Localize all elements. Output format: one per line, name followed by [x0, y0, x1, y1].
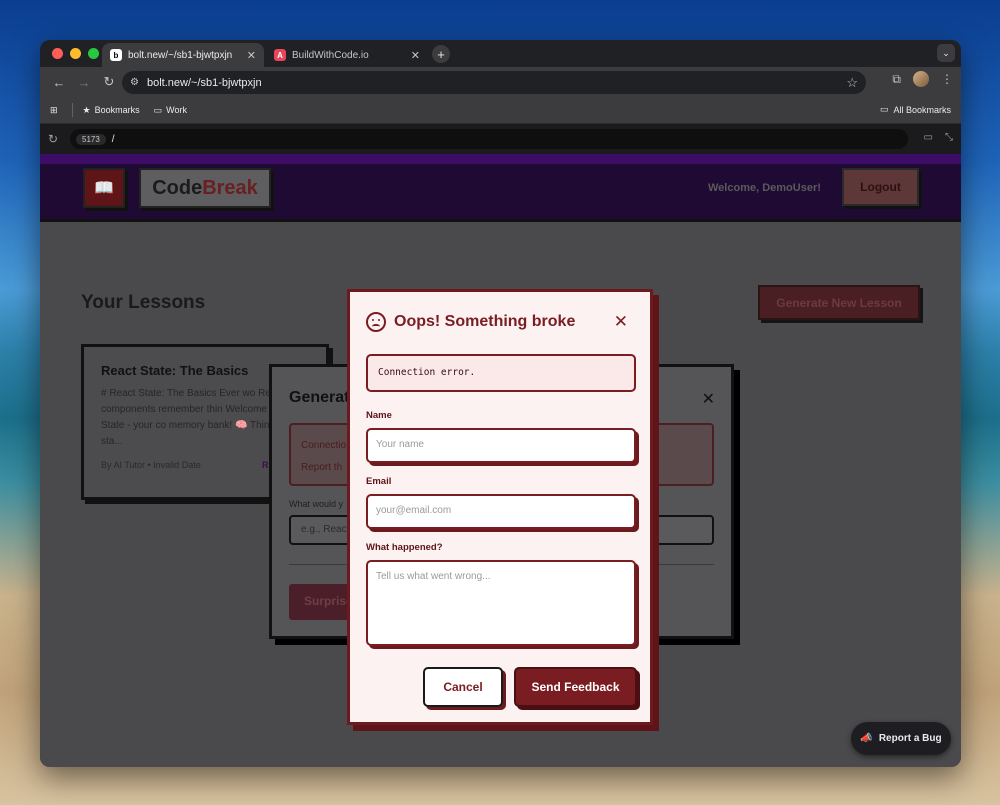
- close-tab-icon[interactable]: ✕: [411, 49, 420, 62]
- all-bookmarks-label: All Bookmarks: [893, 104, 951, 115]
- what-happened-textarea[interactable]: Tell us what went wrong...: [366, 560, 636, 646]
- tab-bolt[interactable]: b bolt.new/~/sb1-bjwtpxjn ✕: [102, 43, 264, 67]
- address-bar[interactable]: ⚙ bolt.new/~/sb1-bjwtpxjn ☆: [122, 71, 866, 94]
- book-logo-icon[interactable]: 📖: [83, 168, 125, 208]
- welcome-text: Welcome, DemoUser!: [708, 182, 821, 194]
- buildwithcode-favicon-icon: A: [274, 49, 286, 61]
- tab-buildwithcode[interactable]: A BuildWithCode.io ✕: [266, 43, 428, 67]
- bookmarks-separator: [71, 103, 73, 117]
- feedback-header: Oops! Something broke: [366, 312, 575, 332]
- sad-face-icon: [366, 312, 386, 332]
- generate-modal-title: Generat: [289, 389, 350, 406]
- browser-menu-icon[interactable]: ⋮: [941, 72, 953, 86]
- browser-toolbar: ← → ↻ ⚙ bolt.new/~/sb1-bjwtpxjn ☆ ⧉ ⋮: [40, 67, 961, 97]
- all-bookmarks[interactable]: ▭ All Bookmarks: [880, 104, 951, 115]
- browser-window: b bolt.new/~/sb1-bjwtpxjn ✕ A BuildWithC…: [40, 40, 961, 767]
- close-tab-icon[interactable]: ✕: [247, 49, 256, 62]
- brand-part2: Break: [202, 176, 258, 199]
- minimize-window-button[interactable]: [70, 48, 81, 59]
- tab-label: bolt.new/~/sb1-bjwtpxjn: [128, 49, 233, 61]
- port-badge[interactable]: 5173: [76, 133, 106, 145]
- preview-icons: ▭ ⤡: [924, 132, 953, 143]
- what-happened-label: What happened?: [366, 542, 443, 553]
- bolt-favicon-icon: b: [110, 49, 122, 61]
- star-icon: ★: [82, 104, 91, 115]
- logout-button[interactable]: Logout: [842, 168, 919, 206]
- close-icon[interactable]: ✕: [614, 312, 628, 332]
- tab-bar: b bolt.new/~/sb1-bjwtpxjn ✕ A BuildWithC…: [40, 40, 961, 67]
- back-arrow-icon[interactable]: ←: [48, 71, 70, 93]
- close-window-button[interactable]: [52, 48, 63, 59]
- reload-icon[interactable]: ↻: [98, 71, 120, 93]
- lesson-meta-text: By AI Tutor • Invalid Date: [101, 460, 201, 470]
- extensions-icon[interactable]: ⧉: [892, 72, 901, 87]
- app-viewport: 📖 Code Break Welcome, DemoUser! Logout Yo…: [40, 154, 961, 767]
- lesson-read-link[interactable]: R: [262, 460, 269, 470]
- feedback-modal: Oops! Something broke ✕ Connection error…: [347, 289, 653, 725]
- brand-logo[interactable]: Code Break: [139, 168, 271, 208]
- maximize-window-button[interactable]: [88, 48, 99, 59]
- feedback-title: Oops! Something broke: [394, 313, 576, 330]
- new-tab-button[interactable]: +: [432, 45, 450, 63]
- window-controls: [52, 48, 99, 59]
- work-label: Work: [166, 105, 187, 115]
- page-title: Your Lessons: [81, 292, 206, 313]
- generate-lesson-button[interactable]: Generate New Lesson: [758, 285, 920, 320]
- toolbar-right: ⧉ ⋮: [892, 71, 953, 87]
- tab-search-button[interactable]: ⌄: [937, 44, 955, 62]
- bookmarks-bar: ⊞ ★ Bookmarks ▭ Work ▭ All Bookmarks: [40, 97, 961, 124]
- apps-grid-icon[interactable]: ⊞: [50, 105, 58, 116]
- tab-label: BuildWithCode.io: [292, 49, 369, 61]
- email-field[interactable]: your@email.com: [366, 494, 636, 529]
- error-message: Connection error.: [366, 354, 636, 392]
- bookmarks-label: Bookmarks: [94, 105, 140, 115]
- preview-url-bar[interactable]: 5173 /: [70, 129, 908, 149]
- site-info-icon[interactable]: ⚙: [130, 77, 139, 88]
- preview-path: /: [111, 133, 115, 145]
- preview-toolbar: ↻ 5173 / ▭ ⤡: [40, 124, 961, 154]
- fullscreen-icon[interactable]: ⤡: [945, 132, 953, 143]
- report-bug-label: Report a Bug: [878, 733, 942, 744]
- close-icon[interactable]: ✕: [702, 389, 715, 409]
- email-label: Email: [366, 476, 392, 487]
- send-feedback-button[interactable]: Send Feedback: [514, 667, 637, 707]
- preview-reload-icon[interactable]: ↻: [48, 132, 66, 146]
- megaphone-icon: 📣: [860, 733, 873, 744]
- address-url: bolt.new/~/sb1-bjwtpxjn: [146, 76, 262, 89]
- bookmark-star-icon[interactable]: ☆: [846, 75, 858, 91]
- name-label: Name: [366, 410, 392, 421]
- app-header: 📖 Code Break Welcome, DemoUser! Logout: [40, 164, 961, 222]
- topic-question-label: What would y: [289, 499, 344, 509]
- work-folder[interactable]: ▭ Work: [154, 105, 187, 116]
- cancel-button[interactable]: Cancel: [423, 667, 503, 707]
- top-strip: [40, 154, 961, 164]
- folder-icon: ▭: [879, 104, 889, 114]
- forward-arrow-icon[interactable]: →: [73, 71, 95, 93]
- profile-avatar[interactable]: [913, 71, 929, 87]
- report-bug-button[interactable]: 📣 Report a Bug: [851, 722, 951, 755]
- name-field[interactable]: Your name: [366, 428, 636, 463]
- brand-part1: Code: [152, 176, 203, 199]
- bookmarks-item[interactable]: ★ Bookmarks: [83, 105, 140, 116]
- folder-icon: ▭: [153, 104, 163, 115]
- device-toggle-icon[interactable]: ▭: [924, 132, 933, 143]
